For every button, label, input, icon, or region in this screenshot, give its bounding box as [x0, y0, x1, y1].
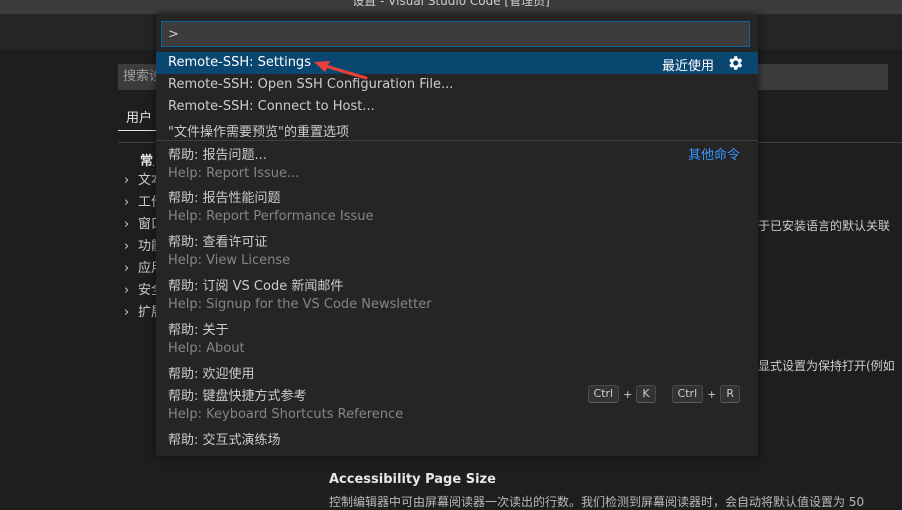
keycap: Ctrl: [587, 385, 620, 403]
other-commands-label: 其他命令: [687, 148, 740, 163]
plus-separator: +: [707, 387, 717, 401]
command-item[interactable]: 帮助: 订阅 VS Code 新闻邮件 Help: Signup for the…: [156, 272, 758, 316]
gear-icon[interactable]: [726, 54, 744, 72]
toc-item[interactable]: › 窗口: [124, 214, 156, 236]
toc-item-label: 工作: [138, 195, 156, 210]
toc-heading[interactable]: 常用: [140, 150, 154, 169]
setting-description-fragment: 于已安装语言的默认关联: [758, 219, 891, 233]
toc-item-label: 安全: [138, 283, 156, 298]
command-item[interactable]: "文件操作需要预览"的重置选项: [156, 118, 758, 140]
toc-item-label: 功能: [138, 239, 156, 254]
toc-item[interactable]: › 文本: [124, 170, 156, 192]
toc-item-label: 应用: [138, 261, 156, 276]
tab-user[interactable]: 用户: [126, 107, 152, 126]
command-label: Remote-SSH: Open SSH Configuration File.…: [168, 77, 454, 92]
command-item[interactable]: 帮助: 查看许可证 Help: View License: [156, 228, 758, 272]
setting-title: Accessibility Page Size: [329, 472, 496, 487]
tab-user-underline: [118, 130, 156, 131]
command-item[interactable]: 帮助: 关于 Help: About: [156, 316, 758, 360]
toc-item[interactable]: › 应用: [124, 258, 156, 280]
title-bar: 设置 - Visual Studio Code [管理员]: [0, 0, 902, 14]
chevron-right-icon: ›: [124, 195, 130, 210]
chevron-right-icon: ›: [124, 283, 130, 298]
chevron-right-icon: ›: [124, 261, 130, 276]
command-item[interactable]: Remote-SSH: Open SSH Configuration File.…: [156, 74, 758, 96]
toc-item[interactable]: › 安全: [124, 280, 156, 302]
command-label: "文件操作需要预览"的重置选项: [168, 125, 349, 140]
command-detail: Help: Keyboard Shortcuts Reference: [168, 407, 404, 422]
toc-item-label: 文本: [138, 173, 156, 188]
command-item[interactable]: 帮助: 键盘快捷方式参考 Help: Keyboard Shortcuts Re…: [156, 382, 758, 426]
command-item[interactable]: Remote-SSH: Connect to Host...: [156, 96, 758, 118]
toc-item-label: 窗口: [138, 217, 156, 232]
window-title: 设置 - Visual Studio Code [管理员]: [352, 0, 550, 8]
keycap: Ctrl: [671, 385, 704, 403]
recently-used-badge: 最近使用: [661, 59, 714, 74]
setting-description: 控制编辑器中可由屏幕阅读器一次读出的行数。我们检测到屏幕阅读器时，会自动将默认值…: [329, 495, 865, 509]
command-label: 帮助: 报告性能问题: [168, 191, 281, 206]
command-label: 帮助: 订阅 VS Code 新闻邮件: [168, 279, 344, 294]
chevron-right-icon: ›: [124, 239, 130, 254]
command-palette: Remote-SSH: Settings 最近使用 Remote-SSH: Op…: [156, 14, 758, 456]
command-label: 帮助: 查看许可证: [168, 235, 268, 250]
command-detail: Help: Signup for the VS Code Newsletter: [168, 297, 432, 312]
setting-description-fragment: 显式设置为保持打开(例如: [758, 359, 895, 373]
chevron-right-icon: ›: [124, 217, 130, 232]
chevron-right-icon: ›: [124, 305, 130, 320]
command-detail: Help: Report Issue...: [168, 166, 300, 181]
command-item[interactable]: 帮助: 交互式演练场: [156, 426, 758, 448]
annotation-arrow-icon: [314, 61, 368, 80]
keycap: K: [636, 385, 656, 403]
command-label: 帮助: 欢迎使用: [168, 367, 255, 382]
command-detail: Help: View License: [168, 253, 291, 268]
command-label: Remote-SSH: Connect to Host...: [168, 99, 375, 114]
command-detail: Help: About: [168, 341, 245, 356]
command-label: 帮助: 交互式演练场: [168, 433, 281, 448]
toc-item-label: 扩展: [138, 305, 156, 320]
command-item[interactable]: 帮助: 报告问题... Help: Report Issue... 其他命令: [156, 140, 758, 184]
toc-item[interactable]: › 功能: [124, 236, 156, 258]
keybinding: Ctrl + K Ctrl + R: [587, 385, 740, 403]
command-label: Remote-SSH: Settings: [168, 55, 311, 70]
command-label: 帮助: 报告问题...: [168, 148, 267, 163]
plus-separator: +: [623, 387, 633, 401]
command-label: 帮助: 关于: [168, 323, 229, 338]
toc-item[interactable]: › 扩展: [124, 302, 156, 324]
chevron-right-icon: ›: [124, 173, 130, 188]
command-item[interactable]: 帮助: 报告性能问题 Help: Report Performance Issu…: [156, 184, 758, 228]
command-item[interactable]: 帮助: 欢迎使用: [156, 360, 758, 382]
keycap: R: [720, 385, 740, 403]
toc-item[interactable]: › 工作: [124, 192, 156, 214]
command-item[interactable]: Remote-SSH: Settings 最近使用: [156, 52, 758, 74]
command-label: 帮助: 键盘快捷方式参考: [168, 389, 307, 404]
command-palette-input[interactable]: [161, 21, 750, 47]
command-detail: Help: Report Performance Issue: [168, 209, 374, 224]
